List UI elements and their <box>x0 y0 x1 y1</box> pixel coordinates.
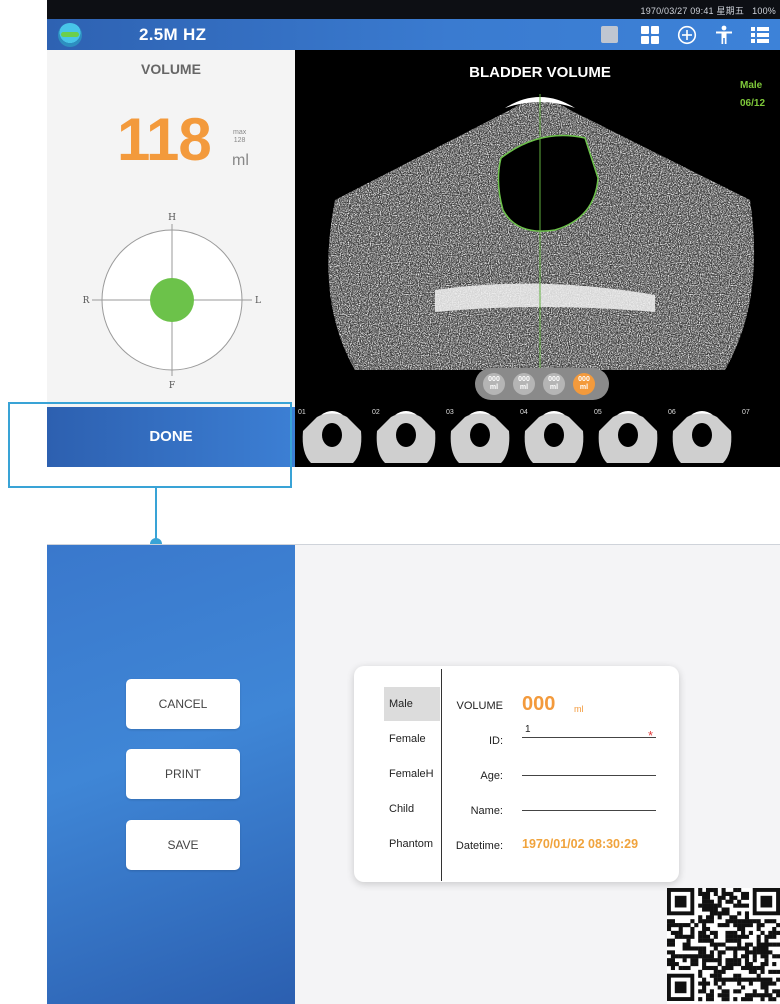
compass-label-bottom: F <box>169 381 175 390</box>
callout-highlight-box <box>8 402 292 488</box>
compass-label-left: R <box>83 296 90 306</box>
patient-gender-label: Male <box>740 80 763 91</box>
name-field-label: Name: <box>470 805 503 817</box>
measurement-pill[interactable]: 000 ml <box>543 373 565 395</box>
pill-unit: ml <box>549 384 559 391</box>
ultrasound-viewer: BLADDER VOLUME Male 06/12 000 ml 000 ml 00… <box>295 50 780 467</box>
datetime-field-value: 1970/01/02 08:30:29 <box>522 837 639 851</box>
thumbnail-image <box>672 411 732 463</box>
thumbnail-image <box>598 411 658 463</box>
scan-thumbnails: 01 02 03 04 05 06 07 <box>295 405 780 467</box>
pill-unit: ml <box>579 384 589 391</box>
measurement-pill-active[interactable]: 000 ml <box>573 373 595 395</box>
volume-value: 118 <box>117 106 212 173</box>
ultrasound-image <box>328 94 755 370</box>
status-bar: 1970/03/27 09:41 星期五 100% <box>47 0 780 19</box>
frequency-label: 2.5M HZ <box>139 25 207 44</box>
probe-position-dot[interactable] <box>150 278 194 322</box>
volume-max-value: 128 <box>233 137 246 144</box>
scan-thumbnail[interactable]: 02 <box>369 405 443 467</box>
datetime-field-label: Datetime: <box>455 840 503 852</box>
probe-direction-compass: H F R L <box>83 213 261 390</box>
scan-thumbnail[interactable]: 01 <box>295 405 369 467</box>
id-field-label: ID: <box>488 735 503 747</box>
volume-field-value: 000 <box>522 693 556 715</box>
gender-tab-child[interactable]: Child <box>384 792 440 826</box>
thumbnail-number: 07 <box>742 409 750 416</box>
id-input-underline[interactable] <box>522 737 656 738</box>
pill-value: 000 <box>578 376 590 383</box>
thumbnail-image <box>376 411 436 463</box>
save-button[interactable]: SAVE <box>126 820 240 870</box>
scan-thumbnail[interactable]: 04 <box>517 405 591 467</box>
volume-title: VOLUME <box>141 61 201 77</box>
pill-value: 000 <box>548 376 560 383</box>
qr-code[interactable] <box>667 888 780 1004</box>
thumbnail-number: 01 <box>298 409 306 416</box>
viewer-title: BLADDER VOLUME <box>469 64 611 81</box>
thumbnail-number: 03 <box>446 409 454 416</box>
required-mark: * <box>648 728 654 743</box>
compass-label-top: H <box>168 213 176 223</box>
thumbnail-image <box>302 411 362 463</box>
screen-top-edge <box>47 544 780 545</box>
pill-unit: ml <box>489 384 499 391</box>
pill-value: 000 <box>518 376 530 383</box>
square-icon[interactable] <box>601 26 618 43</box>
status-text: 1970/03/27 09:41 星期五 100% <box>640 4 776 17</box>
plus-circle-icon[interactable] <box>677 25 697 45</box>
thumbnail-image <box>524 411 584 463</box>
person-icon[interactable] <box>714 25 734 45</box>
measurement-pills: 000 ml 000 ml 000 ml 000 ml <box>475 368 609 400</box>
form-divider <box>441 669 442 881</box>
gender-tab-female[interactable]: Female <box>384 722 440 756</box>
id-input-value[interactable]: 1 <box>525 724 531 735</box>
scan-thumbnail[interactable]: 06 <box>665 405 739 467</box>
scan-thumbnail[interactable]: 03 <box>443 405 517 467</box>
volume-field-label: VOLUME <box>456 700 503 712</box>
age-field-label: Age: <box>480 770 503 782</box>
status-datetime: 1970/03/27 09:41 星期五 <box>640 6 745 16</box>
measurement-pill[interactable]: 000 ml <box>513 373 535 395</box>
print-button[interactable]: PRINT <box>126 749 240 799</box>
compass-label-right: L <box>255 296 261 306</box>
pill-value: 000 <box>488 376 500 383</box>
thumbnail-number: 06 <box>668 409 676 416</box>
measurement-pill[interactable]: 000 ml <box>483 373 505 395</box>
list-icon[interactable] <box>750 25 770 45</box>
grid-icon[interactable] <box>640 25 660 45</box>
cancel-button[interactable]: CANCEL <box>126 679 240 729</box>
gender-tab-femaleh[interactable]: FemaleH <box>384 757 440 791</box>
gender-tab-phantom[interactable]: Phantom <box>384 827 440 861</box>
battery-level: 100% <box>752 6 776 16</box>
volume-unit: ml <box>232 152 249 169</box>
record-form-card: Male Female FemaleH Child Phantom VOLUME… <box>354 666 679 882</box>
thumbnail-image <box>450 411 510 463</box>
scan-thumbnail[interactable]: 05 <box>591 405 665 467</box>
pill-unit: ml <box>519 384 529 391</box>
volume-field-unit: ml <box>574 704 584 714</box>
patient-date-label: 06/12 <box>740 98 766 109</box>
app-bar: 2.5M HZ <box>47 19 780 50</box>
scan-thumbnail[interactable]: 07 <box>739 405 780 467</box>
callout-connector-line <box>155 488 157 542</box>
app-logo <box>58 23 82 47</box>
name-input[interactable] <box>522 810 656 811</box>
gender-tab-male[interactable]: Male <box>384 687 440 721</box>
volume-max-label: max <box>233 129 247 136</box>
action-side-panel: CANCEL PRINT SAVE <box>47 544 295 1004</box>
volume-max: max 128 <box>233 129 246 145</box>
thumbnail-number: 05 <box>594 409 602 416</box>
thumbnail-number: 04 <box>520 409 528 416</box>
thumbnail-number: 02 <box>372 409 380 416</box>
age-input[interactable] <box>522 775 656 776</box>
